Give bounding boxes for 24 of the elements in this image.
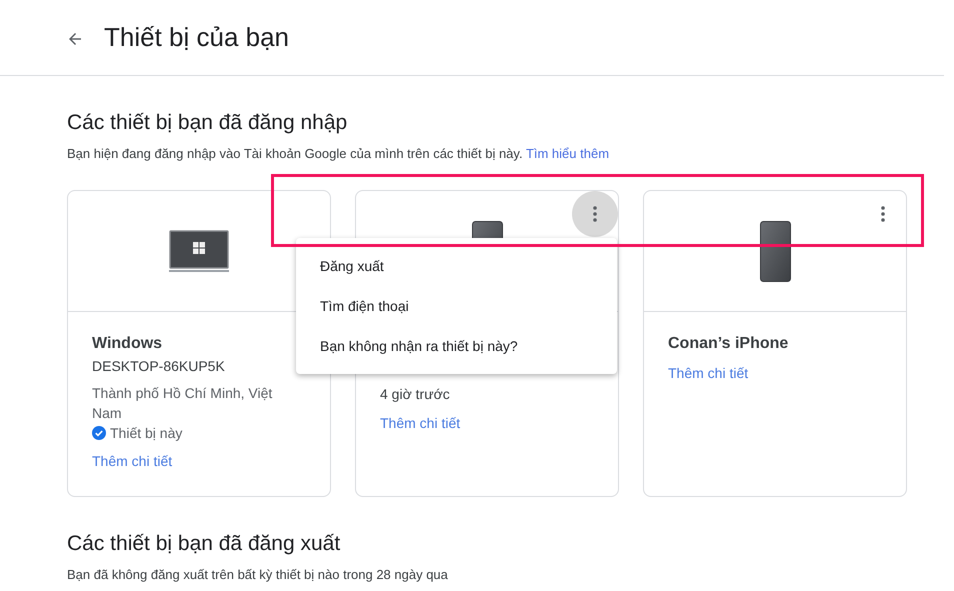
this-device-label: Thiết bị này <box>110 424 182 442</box>
device-name: Windows <box>92 334 164 354</box>
device-detail: DESKTOP-86KUP5K <box>92 356 226 376</box>
phone-icon <box>760 221 790 282</box>
device-name: Conan’s iPhone <box>668 334 790 354</box>
section-description: Bạn đã không đăng xuất trên bất kỳ thiết bị nào trong 28 ngày qua <box>67 566 449 584</box>
more-details-link[interactable]: Thêm chi tiết <box>92 450 172 470</box>
more-details-link[interactable]: Thêm chi tiết <box>380 412 460 432</box>
menu-item[interactable]: Đăng xuất <box>296 246 617 286</box>
more-details-link[interactable]: Thêm chi tiết <box>668 362 748 382</box>
more-vert-icon <box>593 206 597 222</box>
more-vert-icon <box>881 206 885 222</box>
check-circle-icon <box>92 426 106 440</box>
more-options-button[interactable] <box>572 190 618 236</box>
learn-more-link[interactable]: Tìm hiểu thêm <box>526 146 610 161</box>
device-location: Thành phố Hồ Chí Minh, Việt Nam <box>92 384 274 422</box>
section-description: Bạn hiện đang đăng nhập vào Tài khoản Google của mình trên các thiết bị này. Tìm hiểu thêm <box>67 145 610 163</box>
page-title: Thiết bị của bạn <box>104 21 290 54</box>
menu-item[interactable]: Tìm điện thoại <box>296 286 617 326</box>
menu-item[interactable]: Bạn không nhận ra thiết bị này? <box>296 326 617 366</box>
device-detail: 4 giờ trước <box>380 384 451 404</box>
laptop-icon <box>169 230 229 272</box>
section-heading: Các thiết bị bạn đã đăng xuất <box>67 530 342 556</box>
section-heading: Các thiết bị bạn đã đăng nhập <box>67 110 348 136</box>
